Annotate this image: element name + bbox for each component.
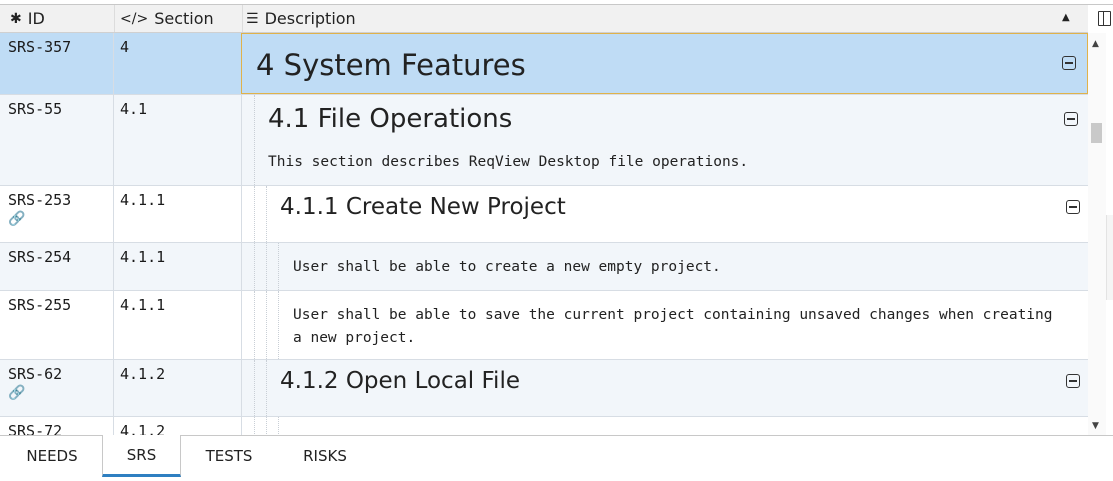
id-text: SRS-62 (8, 365, 63, 383)
asterisk-icon: ✱ (10, 10, 22, 27)
indent-guide (254, 186, 255, 242)
description-cell[interactable]: User shall be able to save the current p… (242, 291, 1088, 359)
document-tabs: NEEDS SRS TESTS RISKS (0, 435, 1113, 481)
section-cell: 4.1.2 (114, 417, 242, 435)
indent-guide (266, 360, 267, 416)
description-cell[interactable]: User shall be able to create a new empty… (242, 243, 1088, 290)
side-panel-handle[interactable] (1106, 215, 1113, 300)
code-icon: </> (120, 10, 149, 27)
table-row[interactable]: SRS-55 4.1 4.1 File Operations This sect… (0, 95, 1088, 186)
section-cell: 4.1.1 (114, 291, 242, 359)
column-header-section[interactable]: </> Section (120, 5, 214, 32)
heading-text: 4 System Features (256, 48, 526, 82)
scroll-down-icon[interactable]: ▼ (1092, 421, 1099, 431)
indent-guide (254, 417, 255, 435)
id-cell: SRS-253 🔗 (0, 186, 114, 242)
id-cell: SRS-62 🔗 (0, 360, 114, 416)
body-text: User shall be able to create a new empty… (293, 259, 721, 275)
indent-guide (254, 291, 255, 359)
indent-guide (266, 243, 267, 290)
description-cell[interactable]: 4.1.2 Open Local File (242, 360, 1088, 416)
table-row[interactable]: SRS-254 4.1.1 User shall be able to crea… (0, 243, 1088, 291)
scrollbar-thumb[interactable] (1091, 123, 1102, 143)
sort-ascending-icon[interactable]: ▲ (1062, 12, 1070, 23)
id-cell: SRS-55 (0, 95, 114, 185)
column-header-id-label: ID (27, 9, 45, 28)
body-text: User shall be able to save the current p… (293, 304, 1053, 350)
indent-guide (278, 417, 279, 435)
table-header: ✱ ID </> Section ☰ Description ▲ (0, 5, 1088, 33)
tab-needs[interactable]: NEEDS (10, 435, 94, 476)
indent-guide (278, 243, 279, 290)
table-row[interactable]: SRS-62 🔗 4.1.2 4.1.2 Open Local File (0, 360, 1088, 417)
id-cell: SRS-357 (0, 33, 114, 94)
section-cell: 4.1 (114, 95, 242, 185)
id-text: SRS-253 (8, 191, 72, 209)
indent-guide (254, 243, 255, 290)
column-header-id[interactable]: ✱ ID (10, 5, 45, 32)
description-cell[interactable]: 4.1.1 Create New Project (242, 186, 1088, 242)
section-cell: 4.1.1 (114, 186, 242, 242)
column-divider[interactable] (242, 5, 243, 32)
collapse-icon[interactable] (1066, 200, 1080, 214)
link-icon[interactable]: 🔗 (8, 211, 113, 227)
table-row[interactable]: SRS-72 4.1.2 (0, 417, 1088, 435)
table-row[interactable]: SRS-253 🔗 4.1.1 4.1.1 Create New Project (0, 186, 1088, 243)
table-body: SRS-357 4 4 System Features SRS-55 4.1 4… (0, 33, 1088, 435)
collapse-icon[interactable] (1066, 374, 1080, 388)
tab-risks[interactable]: RISKS (284, 435, 366, 476)
tab-srs[interactable]: SRS (102, 435, 181, 477)
description-cell[interactable]: 4 System Features (241, 33, 1088, 94)
indent-guide (266, 186, 267, 242)
body-text-line: a new project. (293, 330, 416, 346)
tab-tests[interactable]: TESTS (188, 435, 270, 476)
column-header-description[interactable]: ☰ Description (246, 5, 356, 32)
scroll-up-icon[interactable]: ▲ (1092, 39, 1099, 49)
collapse-icon[interactable] (1062, 56, 1076, 70)
vertical-scrollbar[interactable]: ▲ ▼ (1088, 33, 1106, 435)
column-header-section-label: Section (154, 9, 214, 28)
link-icon[interactable]: 🔗 (8, 385, 113, 401)
table-row[interactable]: SRS-255 4.1.1 User shall be able to save… (0, 291, 1088, 360)
indent-guide (254, 95, 255, 185)
collapse-icon[interactable] (1064, 112, 1078, 126)
section-cell: 4.1.1 (114, 243, 242, 290)
heading-text: 4.1.2 Open Local File (280, 368, 520, 394)
body-text-line: User shall be able to save the current p… (293, 307, 1053, 323)
heading-text: 4.1 File Operations (268, 104, 513, 134)
indent-guide (254, 360, 255, 416)
column-header-description-label: Description (264, 9, 356, 28)
indent-guide (266, 291, 267, 359)
id-cell: SRS-72 (0, 417, 114, 435)
heading-text: 4.1.1 Create New Project (280, 194, 566, 220)
indent-guide (266, 417, 267, 435)
table-row[interactable]: SRS-357 4 4 System Features (0, 33, 1088, 95)
column-divider[interactable] (114, 5, 115, 32)
section-cell: 4 (114, 33, 242, 94)
section-cell: 4.1.2 (114, 360, 242, 416)
body-text: This section describes ReqView Desktop f… (268, 154, 749, 170)
description-cell[interactable] (242, 417, 1088, 435)
id-cell: SRS-254 (0, 243, 114, 290)
id-cell: SRS-255 (0, 291, 114, 359)
indent-guide (278, 291, 279, 359)
column-picker-icon[interactable] (1095, 5, 1113, 32)
document-table: ✱ ID </> Section ☰ Description ▲ SRS-357… (0, 4, 1113, 436)
description-cell[interactable]: 4.1 File Operations This section describ… (242, 95, 1088, 185)
align-left-icon: ☰ (246, 10, 259, 27)
